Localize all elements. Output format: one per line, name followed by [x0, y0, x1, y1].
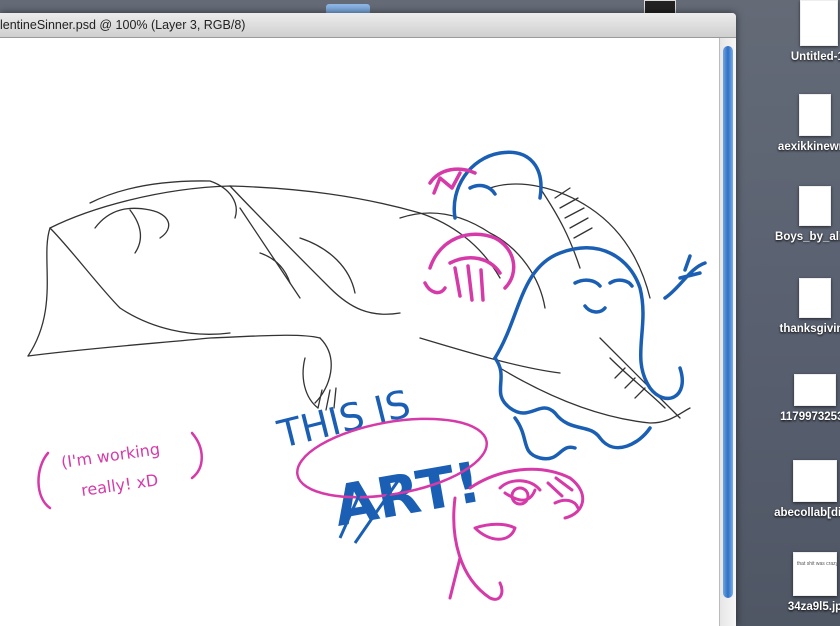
desktop-icon-label: 11799732539 — [780, 411, 840, 423]
image-thumbnail: that shit was crazy! — [793, 552, 840, 596]
pink-face-doodle — [448, 467, 585, 601]
image-thumbnail — [799, 278, 831, 318]
image-thumbnail — [799, 94, 831, 136]
desktop-icon-untitled[interactable]: Untitled-1. — [764, 0, 840, 63]
side-note-line2: really! xD — [80, 470, 159, 500]
vertical-scrollbar[interactable] — [719, 38, 736, 626]
photoshop-document-window[interactable]: lentineSinner.psd @ 100% (Layer 3, RGB/8… — [0, 13, 736, 626]
lineart-figure — [27, 180, 691, 424]
desktop-icon-boys-by-alisk[interactable]: Boys_by_alisk — [760, 186, 840, 243]
image-thumbnail — [794, 374, 836, 406]
artwork: (I'm working really! xD THIS IS ART! — [27, 150, 707, 601]
blue-ink-ghost — [452, 150, 707, 461]
thumbnail-caption: that shit was crazy! — [797, 561, 840, 567]
desktop-icon-label: thanksgiving — [779, 323, 840, 335]
scrollbar-thumb[interactable] — [723, 46, 733, 598]
desktop-icon-thanksgiving[interactable]: thanksgiving — [760, 278, 840, 335]
side-note-line1: (I'm working — [60, 439, 161, 472]
image-thumbnail — [799, 186, 831, 226]
window-title-bar[interactable]: lentineSinner.psd @ 100% (Layer 3, RGB/8… — [0, 13, 736, 38]
desktop-icon-34za9l5[interactable]: that shit was crazy! 34za9l5.jp — [760, 552, 840, 613]
window-title: lentineSinner.psd @ 100% (Layer 3, RGB/8… — [0, 18, 246, 32]
desktop-icon-aexikkinewne[interactable]: aexikkinewne — [760, 94, 840, 153]
desktop-icon-label: Untitled-1. — [790, 51, 840, 63]
desktop-icon-label: abecollab[diffh — [774, 507, 840, 519]
document-canvas[interactable]: (I'm working really! xD THIS IS ART! — [0, 38, 720, 626]
image-thumbnail — [793, 460, 837, 502]
desktop-icon-label: 34za9l5.jp — [787, 601, 840, 613]
headline-art: ART! — [329, 450, 486, 540]
headline-this-is: THIS IS — [273, 381, 415, 456]
desktop-icon-11799732539[interactable]: 11799732539 — [760, 374, 840, 423]
desktop-icon-label: aexikkinewne — [777, 141, 840, 153]
image-thumbnail — [800, 0, 838, 46]
desktop-icon-abecollab[interactable]: abecollab[diffh — [760, 460, 840, 519]
desktop-icon-label: Boys_by_alisk — [775, 231, 840, 243]
